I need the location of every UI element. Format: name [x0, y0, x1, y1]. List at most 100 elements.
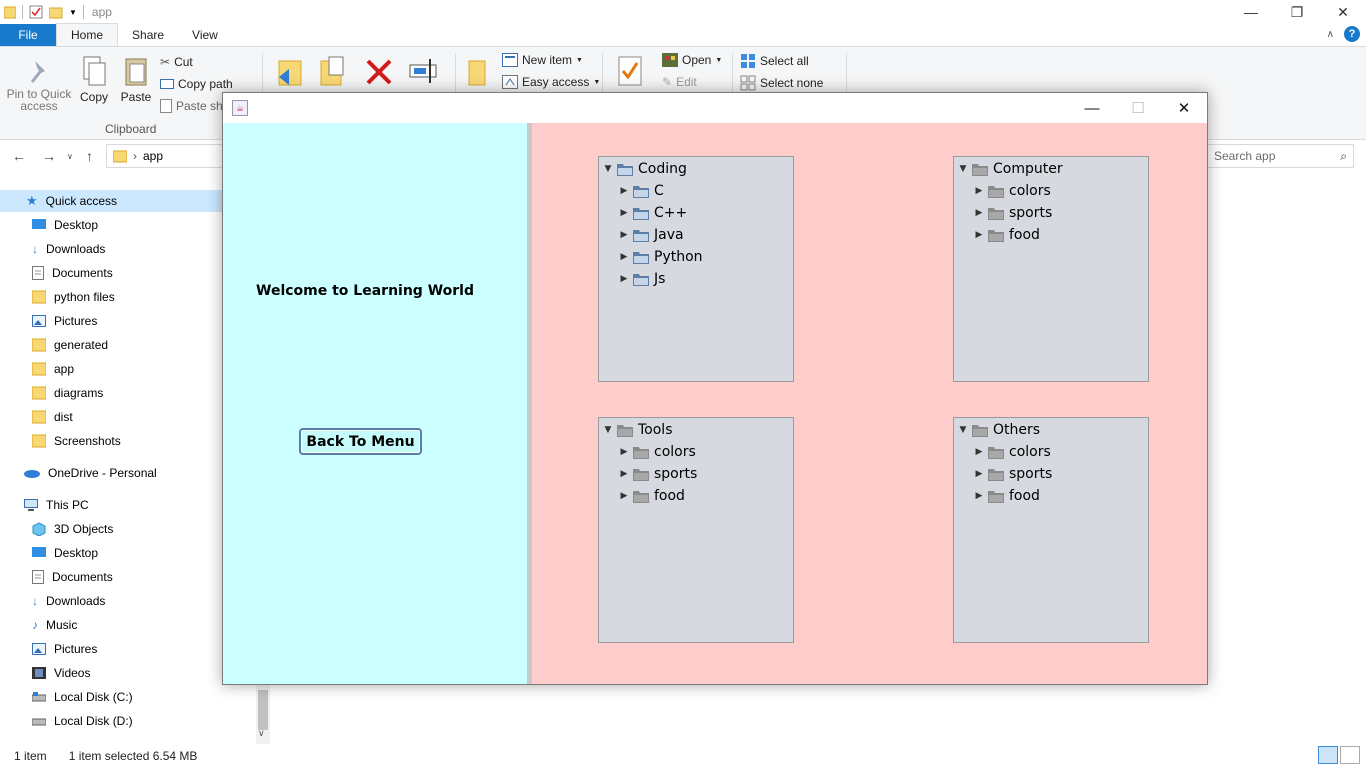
nav-item-dist[interactable]: dist: [32, 406, 73, 428]
collapsed-arrow-icon[interactable]: ▶: [972, 469, 986, 479]
app-minimize-button[interactable]: —: [1069, 93, 1115, 123]
app-maximize-button[interactable]: ☐: [1115, 93, 1161, 123]
tree-node-root[interactable]: ▼ Others: [956, 419, 1041, 441]
easy-access-button[interactable]: Easy access ▼: [502, 75, 600, 89]
forward-arrow-icon[interactable]: →: [42, 148, 56, 164]
tree-node-root[interactable]: ▼ Coding: [601, 158, 687, 180]
nav-item-documents-pc[interactable]: Documents: [32, 566, 113, 588]
collapsed-arrow-icon[interactable]: ▶: [617, 274, 631, 284]
nav-item-3d-objects[interactable]: 3D Objects: [32, 518, 113, 540]
collapsed-arrow-icon[interactable]: ▶: [617, 186, 631, 196]
recent-locations-chevron-icon[interactable]: ∨: [67, 152, 73, 161]
expanded-arrow-icon[interactable]: ▼: [956, 425, 970, 435]
search-input[interactable]: Search app ⌕: [1207, 144, 1354, 168]
nav-item-onedrive[interactable]: OneDrive - Personal: [24, 462, 157, 484]
tree-node-child[interactable]: ▶ colors: [617, 441, 696, 463]
new-item-button[interactable]: New item ▼: [502, 53, 583, 67]
up-arrow-icon[interactable]: ↑: [86, 148, 93, 164]
nav-item-pictures-pc[interactable]: Pictures: [32, 638, 97, 660]
details-view-button[interactable]: [1318, 746, 1338, 764]
collapsed-arrow-icon[interactable]: ▶: [972, 208, 986, 218]
edit-button[interactable]: ✎ Edit: [662, 75, 697, 89]
paste-button[interactable]: Paste: [118, 55, 154, 104]
tree-node-child[interactable]: ▶ sports: [972, 202, 1053, 224]
nav-item-videos[interactable]: Videos: [32, 662, 90, 684]
nav-item-quick-access[interactable]: ★ Quick access: [0, 190, 256, 212]
nav-item-diagrams[interactable]: diagrams: [32, 382, 103, 404]
rename-icon[interactable]: [408, 55, 440, 87]
move-to-icon[interactable]: [275, 57, 305, 89]
nav-item-local-disk-d[interactable]: Local Disk (D:): [32, 710, 133, 732]
scroll-down-icon[interactable]: ∨: [258, 728, 265, 739]
tree-node-child[interactable]: ▶ sports: [972, 463, 1053, 485]
tab-share[interactable]: Share: [118, 24, 178, 46]
copy-to-icon[interactable]: [317, 55, 347, 87]
paste-shortcut-button[interactable]: Paste sh: [160, 99, 223, 113]
copy-button[interactable]: Copy: [78, 55, 110, 104]
expanded-arrow-icon[interactable]: ▼: [601, 164, 615, 174]
properties-icon[interactable]: [29, 5, 43, 19]
nav-item-music[interactable]: ♪ Music: [32, 614, 77, 636]
tree-node-child[interactable]: ▶ Js: [617, 268, 666, 290]
nav-item-screenshots[interactable]: Screenshots: [32, 430, 121, 452]
collapsed-arrow-icon[interactable]: ▶: [617, 491, 631, 501]
delete-icon[interactable]: [364, 57, 394, 87]
chevron-up-icon[interactable]: ∧: [1327, 29, 1334, 40]
nav-item-downloads[interactable]: ↓ Downloads: [32, 238, 105, 260]
tree-node-child[interactable]: ▶ colors: [972, 441, 1051, 463]
nav-item-this-pc[interactable]: This PC: [24, 494, 89, 516]
close-button[interactable]: ✕: [1320, 0, 1366, 24]
nav-item-generated[interactable]: generated: [32, 334, 108, 356]
tree-node-child[interactable]: ▶ colors: [972, 180, 1051, 202]
app-close-button[interactable]: ✕: [1161, 93, 1207, 123]
nav-item-desktop-pc[interactable]: Desktop: [32, 542, 98, 564]
tree-node-child[interactable]: ▶ food: [617, 485, 685, 507]
tree-node-child[interactable]: ▶ Java: [617, 224, 684, 246]
new-folder-icon[interactable]: [49, 5, 63, 19]
collapsed-arrow-icon[interactable]: ▶: [617, 469, 631, 479]
tree-node-child[interactable]: ▶ food: [972, 224, 1040, 246]
tree-tools[interactable]: ▼ Tools ▶ colors ▶ sports ▶ food: [598, 417, 794, 643]
cut-button[interactable]: ✂ Cut: [160, 55, 193, 69]
nav-item-app[interactable]: app: [32, 358, 74, 380]
collapsed-arrow-icon[interactable]: ▶: [617, 252, 631, 262]
back-to-menu-button[interactable]: Back To Menu: [299, 428, 422, 455]
tree-node-child[interactable]: ▶ Python: [617, 246, 703, 268]
select-none-button[interactable]: Select none: [740, 75, 823, 91]
tree-others[interactable]: ▼ Others ▶ colors ▶ sports ▶ food: [953, 417, 1149, 643]
large-icons-view-button[interactable]: [1340, 746, 1360, 764]
tree-coding[interactable]: ▼ Coding ▶ C ▶ C++ ▶ Java ▶ Python ▶ Js: [598, 156, 794, 382]
expanded-arrow-icon[interactable]: ▼: [956, 164, 970, 174]
chevron-down-icon[interactable]: ▼: [69, 8, 77, 17]
collapsed-arrow-icon[interactable]: ▶: [972, 447, 986, 457]
nav-item-python-files[interactable]: python files: [32, 286, 115, 308]
collapsed-arrow-icon[interactable]: ▶: [972, 186, 986, 196]
collapsed-arrow-icon[interactable]: ▶: [617, 230, 631, 240]
breadcrumb[interactable]: app: [143, 149, 163, 163]
tree-node-child[interactable]: ▶ food: [972, 485, 1040, 507]
tree-node-child[interactable]: ▶ C++: [617, 202, 688, 224]
copy-path-button[interactable]: Copy path: [160, 77, 233, 91]
select-all-button[interactable]: Select all: [740, 53, 809, 69]
nav-scrollbar-thumb[interactable]: [258, 690, 268, 730]
tree-node-child[interactable]: ▶ sports: [617, 463, 698, 485]
restore-button[interactable]: ❐: [1274, 0, 1320, 24]
new-folder-icon[interactable]: [466, 57, 490, 87]
collapsed-arrow-icon[interactable]: ▶: [617, 208, 631, 218]
tab-file[interactable]: File: [0, 24, 56, 46]
tab-home[interactable]: Home: [56, 23, 119, 46]
nav-item-local-disk-c[interactable]: Local Disk (C:): [32, 686, 133, 708]
open-button[interactable]: Open ▼: [662, 53, 722, 67]
tab-view[interactable]: View: [178, 24, 232, 46]
collapsed-arrow-icon[interactable]: ▶: [617, 447, 631, 457]
help-icon[interactable]: ?: [1344, 26, 1360, 42]
nav-item-downloads-pc[interactable]: ↓ Downloads: [32, 590, 105, 612]
collapsed-arrow-icon[interactable]: ▶: [972, 491, 986, 501]
tree-node-child[interactable]: ▶ C: [617, 180, 664, 202]
tree-node-root[interactable]: ▼ Computer: [956, 158, 1063, 180]
address-bar[interactable]: › app: [106, 144, 226, 168]
collapsed-arrow-icon[interactable]: ▶: [972, 230, 986, 240]
tree-computer[interactable]: ▼ Computer ▶ colors ▶ sports ▶ food: [953, 156, 1149, 382]
pin-to-quick-access-button[interactable]: Pin to Quick access: [6, 57, 72, 112]
back-arrow-icon[interactable]: ←: [12, 148, 26, 164]
